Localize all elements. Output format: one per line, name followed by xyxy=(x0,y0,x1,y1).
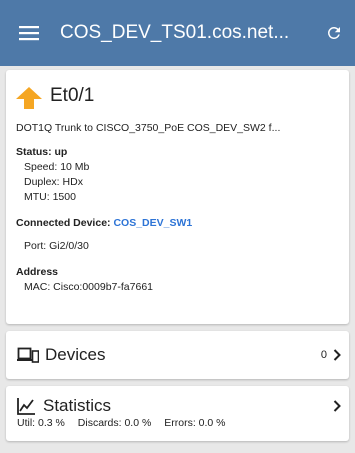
statistics-title: Statistics xyxy=(43,396,112,415)
discards-value: Discards: 0.0 % xyxy=(77,417,152,429)
duplex-value: HDx xyxy=(62,176,83,188)
statistics-chart-icon xyxy=(17,397,35,415)
menu-button[interactable] xyxy=(0,0,58,66)
refresh-icon xyxy=(327,26,340,39)
duplex-label: Duplex: xyxy=(24,176,60,188)
speed-row: Speed: 10 Mb xyxy=(16,160,339,175)
up-arrow-icon xyxy=(16,87,42,109)
statistics-header: Statistics xyxy=(6,386,349,416)
refresh-button[interactable] xyxy=(313,0,355,66)
port-details-card: Et0/1 DOT1Q Trunk to CISCO_3750_PoE COS_… xyxy=(6,70,349,324)
mtu-label: MTU: xyxy=(24,191,50,203)
util-value: Util: 0.3 % xyxy=(17,417,65,429)
duplex-row: Duplex: HDx xyxy=(16,175,339,190)
devices-count: 0 xyxy=(320,349,327,361)
remote-port-row: Port: Gi2/0/30 xyxy=(16,239,339,254)
status-block: Status: up Speed: 10 Mb Duplex: HDx MTU:… xyxy=(16,145,339,205)
devices-icon xyxy=(17,347,39,363)
mtu-row: MTU: 1500 xyxy=(16,190,339,205)
app-bar: COS_DEV_TS01.cos.net... xyxy=(0,0,355,66)
status-row: Status: up xyxy=(16,145,339,160)
mac-value: Cisco:0009b7-fa7661 xyxy=(53,281,153,293)
devices-row: Devices 0 xyxy=(6,331,349,379)
port-name: Et0/1 xyxy=(50,85,95,106)
chevron-right-icon xyxy=(333,400,341,412)
app-bar-title: COS_DEV_TS01.cos.net... xyxy=(60,22,290,43)
remote-port-label: Port: xyxy=(24,240,47,252)
devices-title: Devices xyxy=(45,345,106,364)
connected-device-link[interactable]: COS_DEV_SW1 xyxy=(113,217,192,229)
port-header: Et0/1 xyxy=(16,78,339,114)
address-block: Address MAC: Cisco:0009b7-fa7661 xyxy=(16,265,339,295)
statistics-summary: Util: 0.3 % Discards: 0.0 % Errors: 0.0 … xyxy=(6,417,349,429)
address-heading: Address xyxy=(16,266,59,278)
chevron-right-icon xyxy=(333,349,341,361)
mac-label: MAC: xyxy=(24,281,51,293)
speed-value: 10 Mb xyxy=(60,161,90,173)
hamburger-menu-icon xyxy=(19,26,39,41)
statistics-card[interactable]: Statistics Util: 0.3 % Discards: 0.0 % E… xyxy=(6,386,349,441)
errors-value: Errors: 0.0 % xyxy=(164,417,226,429)
connected-device-label: Connected Device: xyxy=(16,217,111,229)
status-label: Status: xyxy=(16,146,52,158)
mtu-value: 1500 xyxy=(52,191,76,203)
connected-device-row: Connected Device: COS_DEV_SW1 xyxy=(16,216,339,231)
port-description: DOT1Q Trunk to CISCO_3750_PoE COS_DEV_SW… xyxy=(16,122,281,134)
mac-row: MAC: Cisco:0009b7-fa7661 xyxy=(16,280,339,295)
status-value: up xyxy=(54,146,68,158)
speed-label: Speed: xyxy=(24,161,58,173)
devices-card[interactable]: Devices 0 xyxy=(6,331,349,379)
remote-port-value: Gi2/0/30 xyxy=(49,240,89,252)
